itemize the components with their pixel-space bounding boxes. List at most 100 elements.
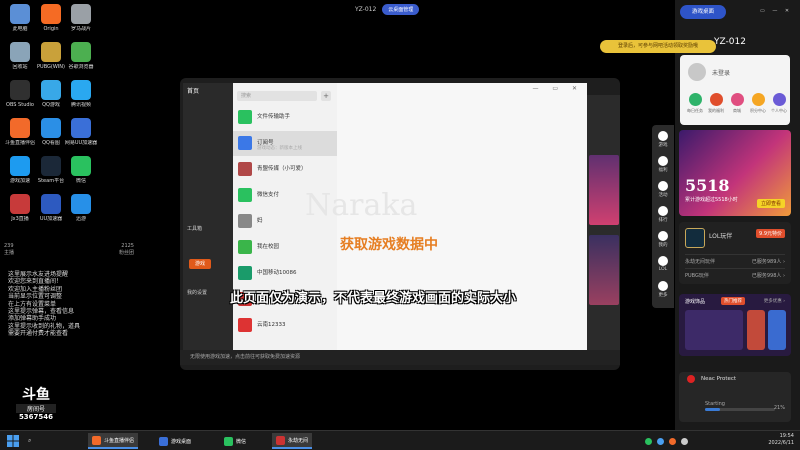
game-thumbnail[interactable] <box>589 155 619 225</box>
desktop-icon[interactable]: 网易UU加速器 <box>64 118 98 146</box>
action-label: 积分中心 <box>750 108 766 113</box>
desktop-icon[interactable]: QQ游戏 <box>34 80 68 108</box>
search-icon[interactable]: ⌕ <box>28 437 31 445</box>
app-icon <box>10 4 30 24</box>
taskbar-app-icon <box>92 435 101 445</box>
desktop-icon[interactable]: PUBG(WIN) <box>34 42 68 70</box>
desktop-icon[interactable]: 此电脑 <box>3 4 37 32</box>
panel-window-controls[interactable]: ▭ — ✕ <box>760 8 792 14</box>
taskbar-app[interactable]: 永劫无间 <box>272 433 313 449</box>
desktop-icon[interactable]: 迅游 <box>64 194 98 222</box>
desktop-icon[interactable]: 谷歌浏览器 <box>64 42 98 70</box>
user-action-button[interactable]: 每日任务 <box>686 93 704 114</box>
desktop-icon[interactable]: QQ看图 <box>34 118 68 146</box>
tray-icon[interactable] <box>645 437 652 445</box>
chat-avatar <box>238 318 252 332</box>
lol-row[interactable]: PUBG玩伴 已服务998人 › <box>685 268 785 279</box>
desktop-icon[interactable]: 微信 <box>64 156 98 184</box>
chat-name: 我在校园 <box>257 244 280 250</box>
panel-side-nav: 游戏福利活动排行我的 LOL 更多 <box>652 125 674 308</box>
nav-label: 排行 <box>658 218 668 223</box>
chat-list-item[interactable]: 云南12333 <box>233 313 337 338</box>
panel-nav-item[interactable]: LOL <box>652 256 674 272</box>
store-item[interactable] <box>768 310 786 350</box>
panel-nav-item[interactable]: 游戏 <box>652 131 674 148</box>
desktop-icon[interactable]: 游戏加速 <box>3 156 37 184</box>
add-button[interactable]: + <box>321 91 331 101</box>
desktop-icon-label: 斗鱼直播伴侣 <box>4 140 35 146</box>
desktop-icon[interactable]: UU加速器 <box>34 194 68 222</box>
login-notice[interactable]: 登录后，可参与网吧活动领取奖励哦 <box>600 40 716 53</box>
cloud-desktop-pill[interactable]: 云桌面管理 <box>382 3 420 15</box>
desktop-icon[interactable]: 腾讯视频 <box>64 80 98 108</box>
chat-avatar <box>238 110 252 124</box>
tray-icon[interactable] <box>657 437 664 445</box>
lol-row-value: 已服务989人 › <box>751 259 785 265</box>
clock[interactable]: 19:54 2022/6/11 <box>768 433 794 447</box>
desktop-icon[interactable]: Origin <box>34 4 68 32</box>
lol-name[interactable]: LOL玩伴 <box>709 231 732 240</box>
lol-icon <box>685 228 705 248</box>
panel-nav-item[interactable]: 排行 <box>652 206 674 223</box>
store-item[interactable] <box>747 310 765 350</box>
lol-row[interactable]: 永劫无间玩伴 已服务989人 › <box>685 254 785 265</box>
app-icon <box>10 42 30 62</box>
chat-list-item[interactable]: 文件传输助手 <box>233 105 337 130</box>
desktop-icon[interactable]: Steam平台 <box>34 156 68 184</box>
wechat-bottom-bar: 无限使用游戏加速，点击前往可获取免费加速资源 <box>180 350 620 365</box>
desktop-icon[interactable]: Jx3直播 <box>3 194 37 222</box>
user-action-button[interactable]: 积分中心 <box>749 93 767 114</box>
user-action-button[interactable]: 商城 <box>728 93 746 114</box>
chat-line: 需要开通付费才能查看 <box>8 330 69 338</box>
desktop-icon-label: 回收站 <box>12 64 28 70</box>
desktop-icon-label: OBS Studio <box>6 102 34 108</box>
chat-name: 云南12333 <box>257 322 286 328</box>
chat-list-item[interactable]: 我在校园 <box>233 235 337 260</box>
avatar[interactable] <box>688 63 706 81</box>
chat-line: 当前显示位置可调整 <box>8 293 63 301</box>
desktop-icon[interactable]: 罗马战片 <box>64 4 98 32</box>
desktop-icon-label: 腾讯视频 <box>70 102 91 108</box>
panel-nav-item[interactable]: 活动 <box>652 181 674 198</box>
sidebar-item-settings[interactable]: 我的设置 <box>187 289 207 296</box>
chat-list-item[interactable]: 订阅号 游戏动态：新版本上线 <box>233 131 337 156</box>
nav-icon <box>658 256 668 266</box>
panel-nav-item[interactable]: 我的 <box>652 231 674 248</box>
window-controls[interactable]: — ▭ ✕ <box>532 85 583 92</box>
chat-line: 在上方有设置菜单 <box>8 300 57 308</box>
chat-list-item[interactable]: 中国移动10086 <box>233 261 337 286</box>
store-more-link[interactable]: 更多优惠 › <box>764 298 785 304</box>
chat-line: 添加弹幕助手成功 <box>8 315 57 323</box>
search-input[interactable]: 搜索 <box>237 91 317 101</box>
action-label: 我的福利 <box>708 108 724 113</box>
action-label: 个人中心 <box>771 108 787 113</box>
app-icon <box>71 42 91 62</box>
neac-title: Neac Protect <box>701 376 737 382</box>
panel-nav-item[interactable]: 更多 <box>652 281 674 298</box>
taskbar-app[interactable]: 微信 <box>220 433 250 449</box>
neac-progress-fill <box>705 408 720 411</box>
windows-start-icon[interactable] <box>6 434 20 448</box>
user-action-button[interactable]: 我的福利 <box>707 93 725 114</box>
promo-banner[interactable]: 5518 累计游戏超过5518小时 立即查看 <box>679 130 791 216</box>
taskbar-app-label: 永劫无间 <box>288 437 309 444</box>
game-thumbnail[interactable] <box>589 235 619 305</box>
desktop-icon[interactable]: 斗鱼直播伴侣 <box>3 118 37 146</box>
banner-cta[interactable]: 立即查看 <box>756 199 785 208</box>
taskbar-app[interactable]: 游戏桌面 <box>155 433 195 449</box>
login-text[interactable]: 未登录 <box>712 68 730 77</box>
game-button[interactable]: 游戏 <box>189 259 211 269</box>
tray-icon[interactable] <box>681 437 688 445</box>
game-desktop-button[interactable]: 游戏桌面 <box>680 5 726 19</box>
desktop-icon[interactable]: 回收站 <box>3 42 37 70</box>
store-item[interactable] <box>685 310 743 350</box>
nav-icon <box>658 231 668 241</box>
chat-list-item[interactable]: 青盟传媒（小可爱） <box>233 157 337 182</box>
tray-icon[interactable] <box>669 437 676 445</box>
taskbar-app[interactable]: 斗鱼直播伴侣 <box>88 433 139 449</box>
sidebar-item-toolbox[interactable]: 工具箱 <box>187 225 202 232</box>
user-action-button[interactable]: 个人中心 <box>770 93 788 114</box>
panel-nav-item[interactable]: 福利 <box>652 156 674 173</box>
desktop-icon[interactable]: OBS Studio <box>3 80 37 108</box>
banner-number: 5518 <box>685 176 730 195</box>
